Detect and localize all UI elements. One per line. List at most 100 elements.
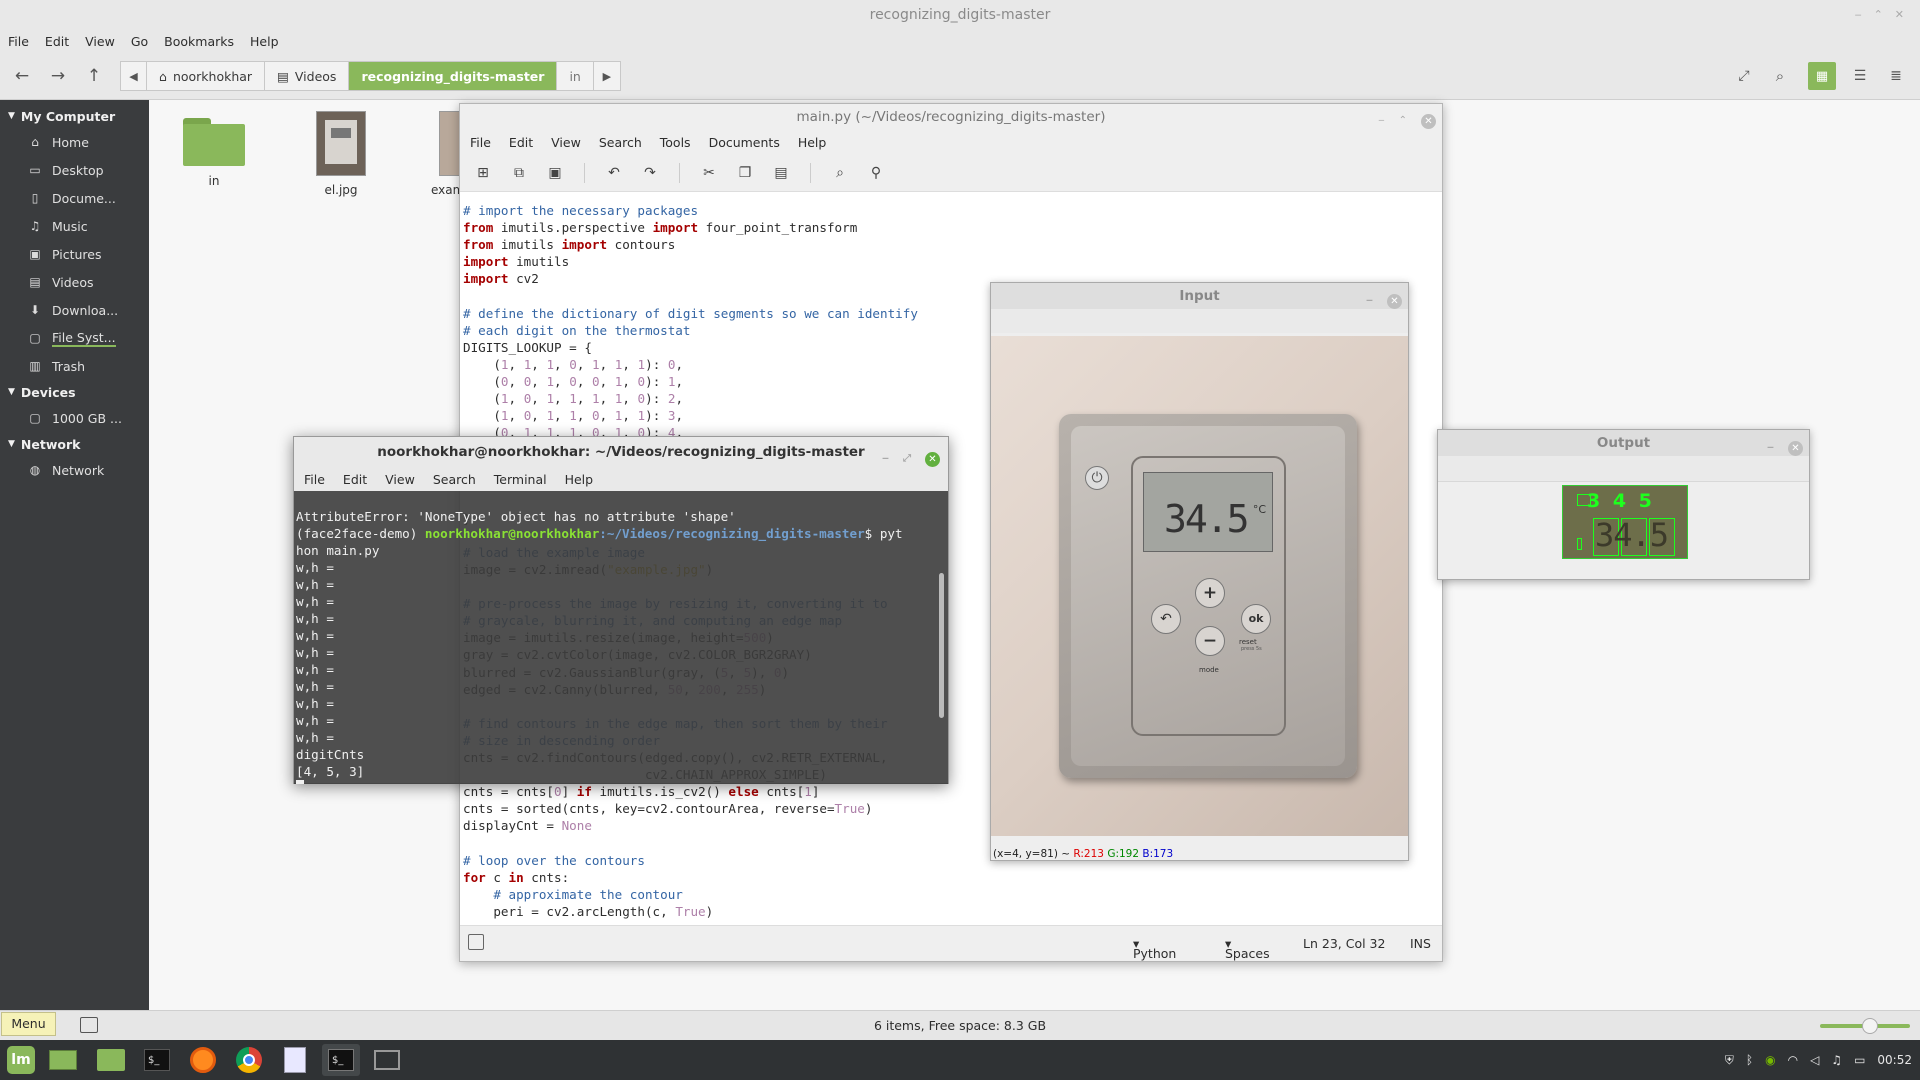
sidebar-item-downloads[interactable]: ⬇ Downloa... [0, 296, 149, 324]
new-file-icon[interactable]: ⊞ [470, 160, 496, 186]
menu-file[interactable]: File [304, 472, 325, 487]
language-selector[interactable]: Python ▾ [1133, 936, 1176, 961]
sidebar-item-music[interactable]: ♫ Music [0, 212, 149, 240]
breadcrumb-videos[interactable]: ▤ Videos [265, 62, 350, 90]
menu-search[interactable]: Search [433, 472, 476, 487]
menu-view[interactable]: View [85, 34, 115, 49]
menu-terminal[interactable]: Terminal [494, 472, 547, 487]
list-view-icon[interactable]: ☰ [1846, 62, 1874, 90]
close-button[interactable]: ✕ [1421, 113, 1436, 129]
sidebar-section-network[interactable]: ▼ Network [0, 432, 149, 456]
side-panel-icon[interactable] [468, 934, 484, 950]
breadcrumb-home[interactable]: ⌂ noorkhokhar [147, 62, 266, 90]
cut-icon[interactable]: ✂ [696, 160, 722, 186]
zoom-slider[interactable] [1820, 1018, 1910, 1034]
minimize-button[interactable]: ‒ [1855, 0, 1862, 30]
desktop-icon[interactable] [44, 1044, 82, 1076]
minimize-button[interactable]: ‒ [1366, 288, 1373, 314]
menu-bookmarks[interactable]: Bookmarks [164, 34, 234, 49]
file-item[interactable]: el.jpg [296, 110, 386, 197]
file-item[interactable]: exam [423, 110, 463, 197]
text-editor-icon[interactable] [276, 1044, 314, 1076]
sidebar-item-trash[interactable]: ▥ Trash [0, 352, 149, 380]
nvidia-icon[interactable]: ◉ [1765, 1053, 1775, 1067]
menu-edit[interactable]: Edit [343, 472, 367, 487]
output-image[interactable]: 3 4 5 34.5 [1562, 485, 1688, 559]
minimize-button[interactable]: ‒ [1767, 435, 1774, 461]
menu-file[interactable]: File [8, 34, 29, 49]
close-button[interactable]: ✕ [1387, 293, 1402, 309]
save-icon[interactable]: ▣ [542, 160, 568, 186]
chrome-icon[interactable] [230, 1044, 268, 1076]
up-arrow-icon[interactable]: ↑ [80, 62, 108, 90]
sidebar-section-my-computer[interactable]: ▼ My Computer [0, 104, 149, 128]
terminal-icon[interactable]: $_ [138, 1044, 176, 1076]
copy-icon[interactable]: ❐ [732, 160, 758, 186]
indent-selector[interactable]: Spaces ▾ [1225, 936, 1270, 961]
breadcrumb-current[interactable]: recognizing_digits-master [349, 62, 558, 90]
maximize-button[interactable]: ⌃ [1399, 108, 1407, 134]
terminal-active-icon[interactable]: $_ [322, 1044, 360, 1076]
menu-documents[interactable]: Documents [709, 135, 780, 150]
menu-button[interactable]: Menu [1, 1012, 56, 1036]
menu-help[interactable]: Help [565, 472, 594, 487]
sidebar-item-videos[interactable]: ▤ Videos [0, 268, 149, 296]
redo-icon[interactable]: ↷ [637, 160, 663, 186]
battery-icon[interactable]: ▭ [1854, 1053, 1865, 1067]
breadcrumb-left-icon[interactable]: ◀ [121, 62, 147, 90]
breadcrumb-in[interactable]: in [557, 62, 594, 90]
sidebar-item-desktop[interactable]: ▭ Desktop [0, 156, 149, 184]
icon-view-icon[interactable]: ▦ [1808, 62, 1836, 90]
open-file-icon[interactable]: ⧉ [506, 160, 532, 186]
volume-icon[interactable]: ◁ [1810, 1053, 1819, 1067]
compact-view-icon[interactable]: ≣ [1882, 62, 1910, 90]
menu-search[interactable]: Search [599, 135, 642, 150]
menu-view[interactable]: View [551, 135, 581, 150]
window-group-icon[interactable] [368, 1044, 406, 1076]
menu-view[interactable]: View [385, 472, 415, 487]
maximize-button[interactable]: ⤢ [903, 444, 911, 474]
file-item[interactable]: in [169, 110, 259, 188]
search-icon[interactable]: ⌕ [827, 160, 853, 186]
music-icon[interactable]: ♫ [1831, 1053, 1842, 1067]
sidebar-item-documents[interactable]: ▯ Docume... [0, 184, 149, 212]
location-toggle-icon[interactable]: ⤢ [1730, 62, 1758, 90]
files-icon[interactable] [92, 1044, 130, 1076]
sidebar-item-network[interactable]: ◍ Network [0, 456, 149, 484]
breadcrumb-right-icon[interactable]: ▶ [594, 62, 620, 90]
minimize-button[interactable]: ‒ [882, 444, 889, 474]
menu-help[interactable]: Help [798, 135, 827, 150]
thermostat-image[interactable]: ⏻ 34.5 °C + ↶ ok reset press 5s − mode [991, 336, 1408, 836]
back-arrow-icon[interactable]: ← [8, 62, 36, 90]
close-button[interactable]: ✕ [1788, 440, 1803, 456]
minimize-button[interactable]: ‒ [1378, 108, 1384, 134]
sidebar-section-devices[interactable]: ▼ Devices [0, 380, 149, 404]
terminal-scrollbar[interactable] [939, 573, 944, 718]
shield-icon[interactable]: ⛨ [1725, 1053, 1734, 1068]
menu-help[interactable]: Help [250, 34, 279, 49]
close-button[interactable]: ✕ [925, 451, 940, 467]
search-icon[interactable]: ⌕ [1766, 62, 1794, 90]
zoom-slider-handle[interactable] [1862, 1018, 1878, 1034]
sidebar-item-home[interactable]: ⌂ Home [0, 128, 149, 156]
bluetooth-icon[interactable]: ᛒ [1746, 1053, 1753, 1067]
menu-file[interactable]: File [470, 135, 491, 150]
maximize-button[interactable]: ⌃ [1874, 0, 1883, 30]
undo-icon[interactable]: ↶ [601, 160, 627, 186]
menu-edit[interactable]: Edit [509, 135, 533, 150]
forward-arrow-icon[interactable]: → [44, 62, 72, 90]
wifi-icon[interactable]: ◠ [1788, 1053, 1798, 1067]
sidebar-item-pictures[interactable]: ▣ Pictures [0, 240, 149, 268]
terminal-output[interactable]: AttributeError: 'NoneType' object has no… [294, 491, 948, 784]
menu-edit[interactable]: Edit [45, 34, 69, 49]
sidebar-item-filesystem[interactable]: ▢ File Syst... [0, 324, 149, 352]
sidebar-item-device[interactable]: ▢ 1000 GB ... [0, 404, 149, 432]
menu-go[interactable]: Go [131, 34, 148, 49]
menu-tools[interactable]: Tools [660, 135, 691, 150]
mint-logo-icon[interactable]: lm [2, 1044, 40, 1076]
firefox-icon[interactable] [184, 1044, 222, 1076]
close-button[interactable]: ✕ [1895, 0, 1904, 30]
paste-icon[interactable]: ▤ [768, 160, 794, 186]
clock[interactable]: 00:52 [1877, 1053, 1912, 1067]
replace-icon[interactable]: ⚲ [863, 160, 889, 186]
